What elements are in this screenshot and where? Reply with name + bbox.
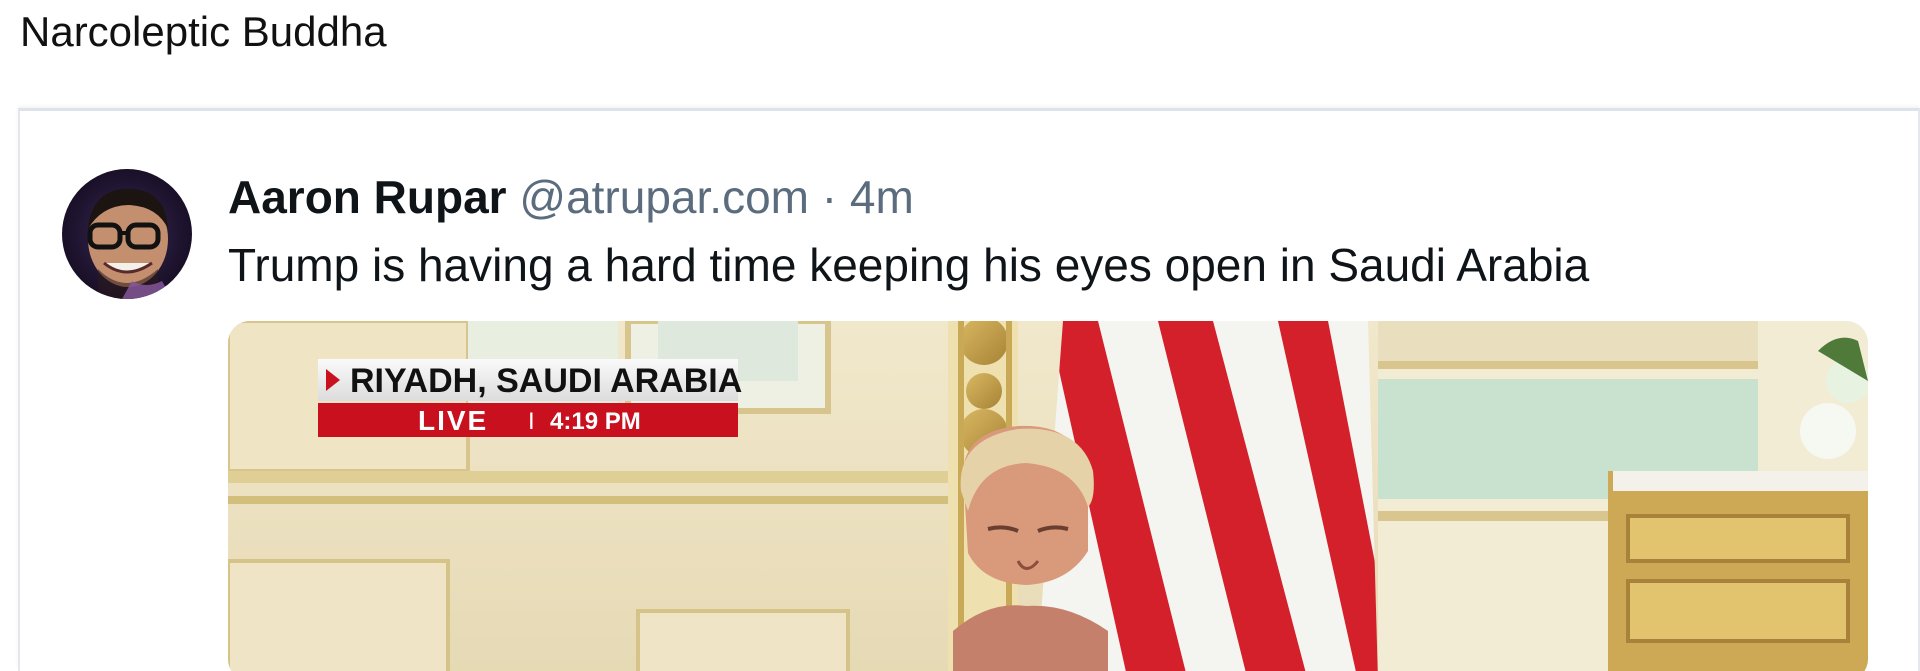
- chyron-time: 4:19 PM: [550, 408, 641, 435]
- author-handle[interactable]: @atrupar.com: [519, 171, 809, 223]
- video-frame: RIYADH, SAUDI ARABIA LIVE I 4:19 PM: [228, 321, 1868, 671]
- meta-separator: ·: [821, 171, 838, 223]
- chyron-live-label: LIVE: [418, 405, 488, 436]
- author-avatar[interactable]: [62, 169, 192, 299]
- post-text: Trump is having a hard time keeping his …: [228, 239, 1590, 291]
- post-timestamp[interactable]: 4m: [850, 171, 914, 223]
- post-header: Aaron Rupar @atrupar.com · 4m: [228, 165, 914, 229]
- post-card[interactable]: Aaron Rupar @atrupar.com · 4m Trump is h…: [18, 108, 1920, 671]
- video-embed[interactable]: RIYADH, SAUDI ARABIA LIVE I 4:19 PM: [228, 321, 1868, 671]
- author-name[interactable]: Aaron Rupar: [228, 171, 507, 223]
- news-chyron: RIYADH, SAUDI ARABIA LIVE I 4:19 PM: [318, 359, 742, 437]
- chyron-divider: I: [528, 408, 535, 435]
- chyron-location: RIYADH, SAUDI ARABIA: [350, 362, 742, 400]
- page-title: Narcoleptic Buddha: [20, 8, 387, 55]
- avatar-image: [62, 169, 192, 299]
